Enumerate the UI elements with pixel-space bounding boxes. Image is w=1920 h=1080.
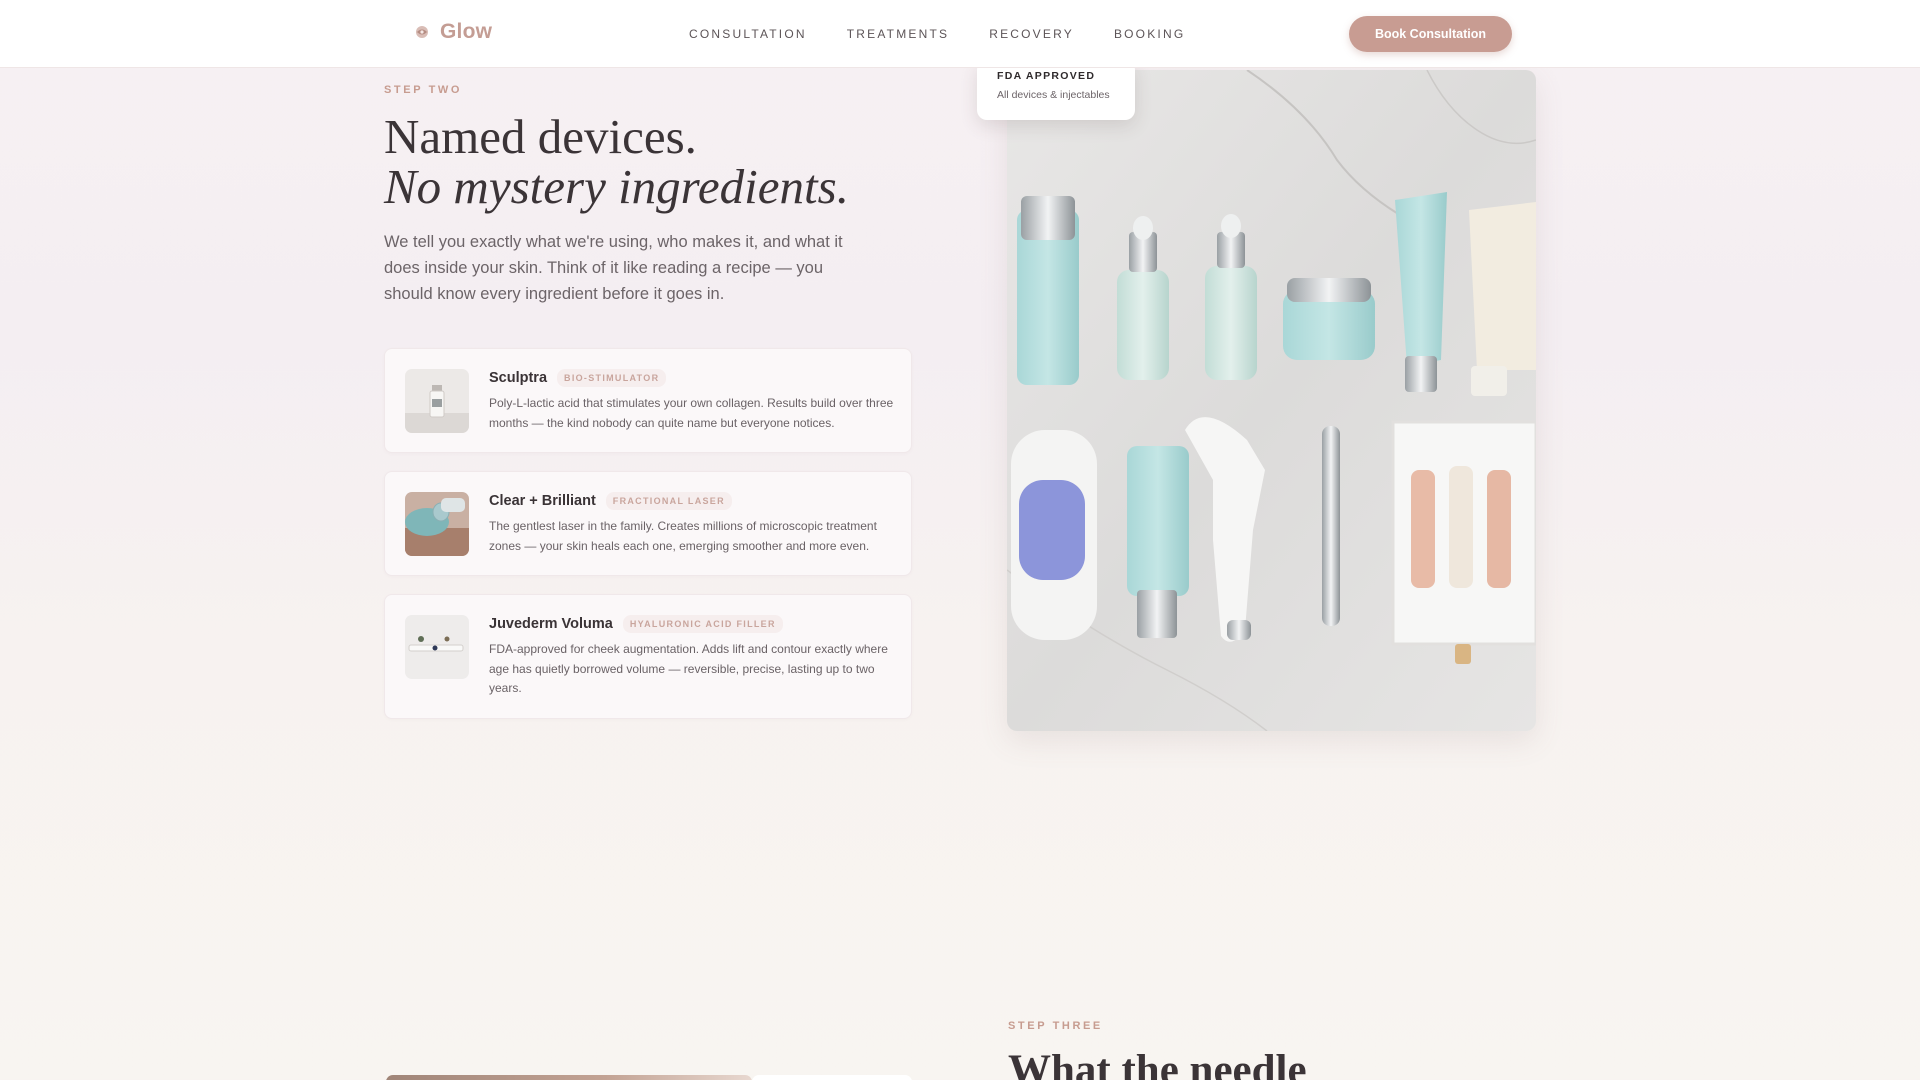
brand-name: Glow: [440, 20, 493, 43]
nav-link-treatments[interactable]: TREATMENTS: [847, 27, 949, 41]
top-navigation: Glow CONSULTATION TREATMENTS RECOVERY BO…: [0, 0, 1920, 68]
card-title: Clear + Brilliant: [489, 493, 596, 509]
flatlay-illustration: [1007, 70, 1536, 731]
category-tag: BIO-STIMULATOR: [557, 369, 667, 387]
book-consultation-button[interactable]: Book Consultation: [1349, 16, 1512, 52]
nav-link-consultation[interactable]: CONSULTATION: [689, 27, 807, 41]
step-three-card: [752, 1075, 912, 1080]
card-title: Sculptra: [489, 370, 548, 386]
products-flatlay-image: [1007, 70, 1536, 731]
category-tag: HYALURONIC ACID FILLER: [622, 615, 783, 633]
product-card-clear-brilliant[interactable]: Clear + Brilliant FRACTIONAL LASER The g…: [384, 471, 912, 576]
brand-logo[interactable]: Glow: [414, 20, 492, 44]
step-three-headline: What the needle: [1008, 1047, 1307, 1080]
sculptra-vial-image: [405, 369, 469, 433]
glow-flower-icon: [416, 26, 428, 38]
headline-line-1: Named devices.: [384, 109, 697, 164]
badge-subtitle: All devices & injectables: [997, 89, 1110, 101]
step-three-image: [386, 1075, 752, 1080]
step-two-headline: Named devices. No mystery ingredients.: [384, 112, 849, 212]
card-description: FDA-approved for cheek augmentation. Add…: [489, 642, 888, 695]
badge-title: FDA APPROVED: [997, 70, 1096, 82]
fda-approved-badge: FDA APPROVED All devices & injectables: [977, 60, 1135, 120]
category-tag: FRACTIONAL LASER: [605, 492, 732, 510]
main-menu: CONSULTATION TREATMENTS RECOVERY BOOKING: [689, 27, 1185, 41]
laser-treatment-image: [405, 492, 469, 556]
nav-link-booking[interactable]: BOOKING: [1114, 27, 1185, 41]
product-card-sculptra[interactable]: Sculptra BIO-STIMULATOR Poly-L-lactic ac…: [384, 348, 912, 453]
card-description: Poly-L-lactic acid that stimulates your …: [489, 396, 894, 430]
step-three-eyebrow: STEP THREE: [1008, 1020, 1103, 1032]
card-title: Juvederm Voluma: [489, 616, 613, 632]
product-card-juvederm-voluma[interactable]: Juvederm Voluma HYALURONIC ACID FILLER F…: [384, 594, 912, 719]
nav-link-recovery[interactable]: RECOVERY: [989, 27, 1074, 41]
syringe-image: [405, 615, 469, 679]
card-description: The gentlest laser in the family. Create…: [489, 519, 877, 553]
step-two-eyebrow: STEP TWO: [384, 84, 463, 96]
step-two-intro: We tell you exactly what we're using, wh…: [384, 233, 843, 303]
headline-line-2: No mystery ingredients.: [384, 159, 849, 214]
